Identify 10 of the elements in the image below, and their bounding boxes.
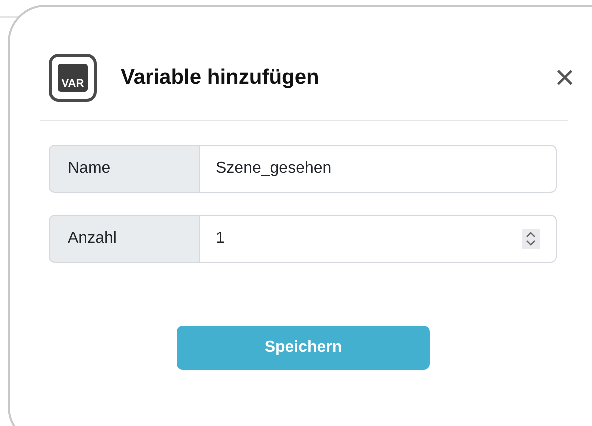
dialog-title: Variable hinzufügen xyxy=(121,65,320,92)
close-button[interactable]: × xyxy=(555,61,575,95)
field-label: Anzahl xyxy=(49,215,200,263)
input-field[interactable]: Szene_gesehen xyxy=(200,145,557,193)
field-value: 1 xyxy=(216,229,225,249)
variable-icon-label: VAR xyxy=(58,64,88,92)
spinner-icon[interactable] xyxy=(522,229,540,249)
field-label: Name xyxy=(49,145,200,193)
field-value: Szene_gesehen xyxy=(216,159,332,179)
number-field[interactable]: 1 xyxy=(200,215,557,263)
